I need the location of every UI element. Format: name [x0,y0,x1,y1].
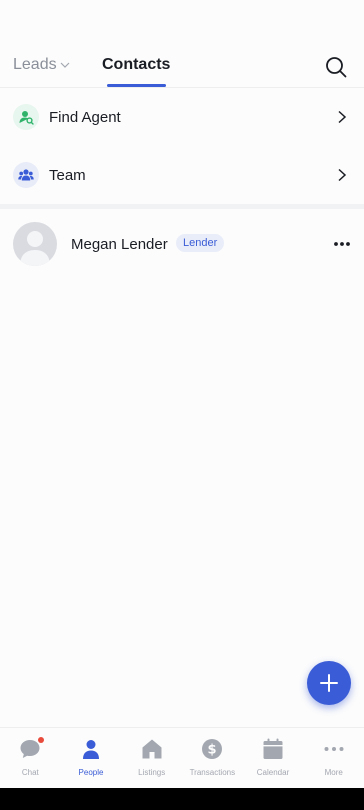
nav-listings-label: Listings [138,768,166,777]
notification-dot [38,737,45,743]
search-icon[interactable] [324,55,348,79]
find-agent-icon [13,104,39,130]
bottom-navigation: Chat People Listings $ Transactions Cale… [0,727,364,788]
tab-leads[interactable]: Leads [13,56,70,74]
system-navigation-bar [0,788,364,810]
nav-chat[interactable]: Chat [0,728,61,788]
transactions-icon: $ [200,737,224,761]
nav-people[interactable]: People [61,728,122,788]
nav-more-label: More [324,768,343,777]
chevron-right-icon [338,110,347,124]
avatar-placeholder-icon [20,231,50,266]
top-bar: Leads Contacts [0,0,364,88]
nav-transactions[interactable]: $ Transactions [182,728,243,788]
chevron-right-icon [338,168,347,182]
contact-row[interactable]: Megan Lender Lender [0,209,364,279]
nav-transactions-label: Transactions [189,768,236,777]
nav-chat-label: Chat [21,768,39,777]
nav-people-label: People [78,768,104,777]
contacts-screen: Leads Contacts Find Agent Team Megan Len… [0,0,364,788]
active-tab-indicator [107,84,166,87]
team-label: Team [49,166,86,184]
tab-contacts[interactable]: Contacts [102,56,170,74]
nav-listings[interactable]: Listings [121,728,182,788]
plus-icon [320,674,338,692]
team-row[interactable]: Team [0,146,364,204]
team-icon [13,162,39,188]
find-agent-label: Find Agent [49,108,121,126]
role-badge: Lender [176,234,225,252]
chevron-down-icon [60,62,70,68]
nav-calendar[interactable]: Calendar [243,728,304,788]
svg-text:$: $ [208,743,217,758]
calendar-icon [261,737,285,761]
avatar [13,222,57,266]
listings-icon [140,737,164,761]
people-icon [79,737,103,761]
tab-leads-label: Leads [13,56,57,73]
nav-more[interactable]: More [303,728,364,788]
more-options-icon[interactable] [332,237,352,251]
tab-contacts-label: Contacts [102,56,171,73]
nav-calendar-label: Calendar [256,768,290,777]
more-icon [322,737,346,761]
find-agent-row[interactable]: Find Agent [0,88,364,146]
add-button[interactable] [307,661,351,705]
contact-name: Megan Lender [71,236,168,253]
chat-icon [18,737,45,761]
